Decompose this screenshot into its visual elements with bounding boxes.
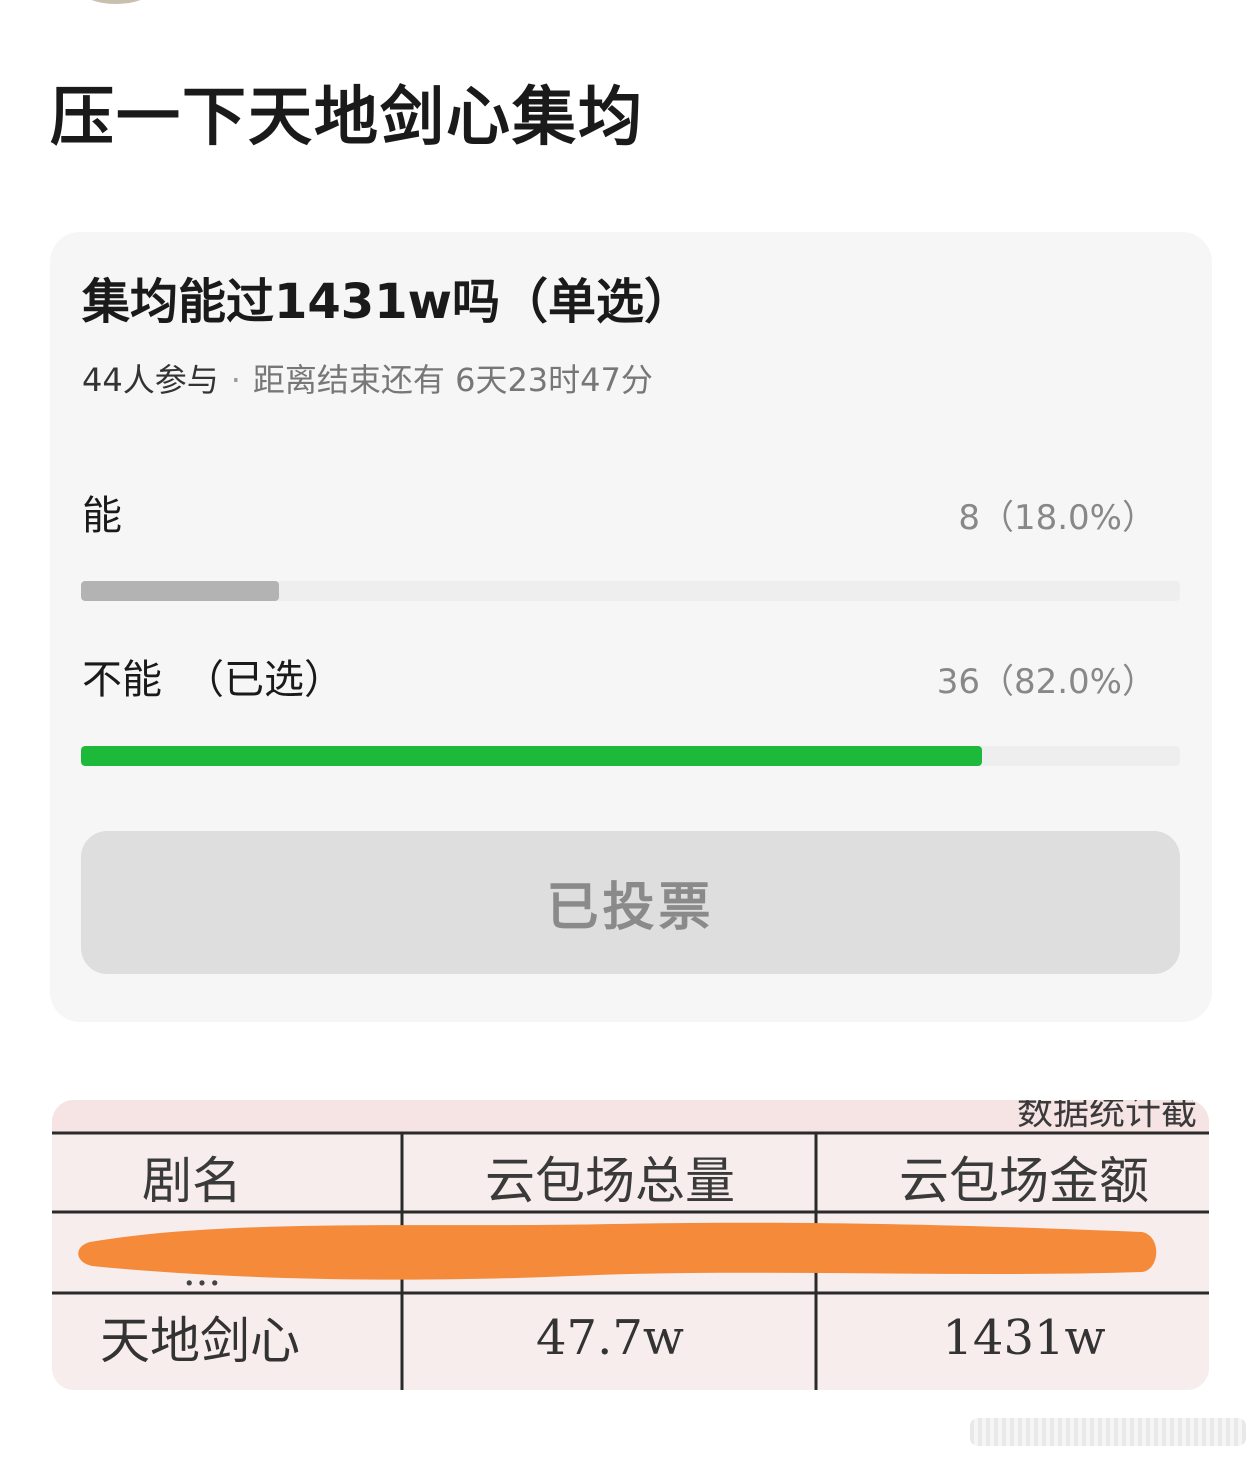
poll-option-1-result: 8（18.0%） bbox=[958, 498, 1156, 538]
poll-meta: 44人参与 · 距离结束还有 6天23时47分 bbox=[82, 358, 653, 402]
poll-option-1-bar bbox=[81, 581, 1180, 601]
poll-option-2-result: 36（82.0%） bbox=[936, 662, 1156, 702]
voted-button[interactable]: 已投票 bbox=[81, 831, 1180, 974]
separator-dot: · bbox=[230, 361, 241, 399]
table-header-name: 剧名 bbox=[142, 1152, 242, 1210]
poll-option-2-label[interactable]: 不能 （已选） bbox=[82, 652, 344, 708]
table-caption: 数据统计截 bbox=[1017, 1100, 1197, 1133]
option-label-text: 不能 bbox=[82, 657, 162, 703]
poll-option-2-bar-fill bbox=[81, 746, 983, 766]
attached-image[interactable]: 数据统计截 剧名 云包场总量 云包场金额 ... 天地剑心 47.7w 1431… bbox=[52, 1100, 1209, 1390]
participant-count: 44人参与 bbox=[82, 361, 219, 399]
redaction-mark bbox=[78, 1222, 1157, 1280]
poll-question: 集均能过1431w吗（单选） bbox=[82, 274, 692, 330]
selected-tag: （已选） bbox=[184, 657, 344, 703]
table-header-total: 云包场总量 bbox=[485, 1152, 735, 1210]
watermark bbox=[970, 1418, 1246, 1446]
post-title: 压一下天地剑心集均 bbox=[50, 81, 644, 155]
poll-option-1-label[interactable]: 能 bbox=[82, 488, 122, 544]
option-label-text: 能 bbox=[82, 493, 122, 539]
table-cell-amount: 1431w bbox=[942, 1310, 1105, 1366]
poll-option-1-bar-fill bbox=[81, 581, 279, 601]
poll-deadline: 距离结束还有 6天23时47分 bbox=[252, 361, 653, 399]
table-screenshot: 数据统计截 剧名 云包场总量 云包场金额 ... 天地剑心 47.7w 1431… bbox=[52, 1100, 1209, 1390]
table-cell-name: 天地剑心 bbox=[100, 1312, 300, 1370]
poll-option-2-bar bbox=[81, 746, 1180, 766]
avatar[interactable] bbox=[80, 0, 152, 4]
table-header-amount: 云包场金额 bbox=[899, 1152, 1149, 1210]
table-cell-total: 47.7w bbox=[536, 1310, 684, 1366]
poll-card: 集均能过1431w吗（单选） 44人参与 · 距离结束还有 6天23时47分 能 8… bbox=[50, 232, 1212, 1022]
